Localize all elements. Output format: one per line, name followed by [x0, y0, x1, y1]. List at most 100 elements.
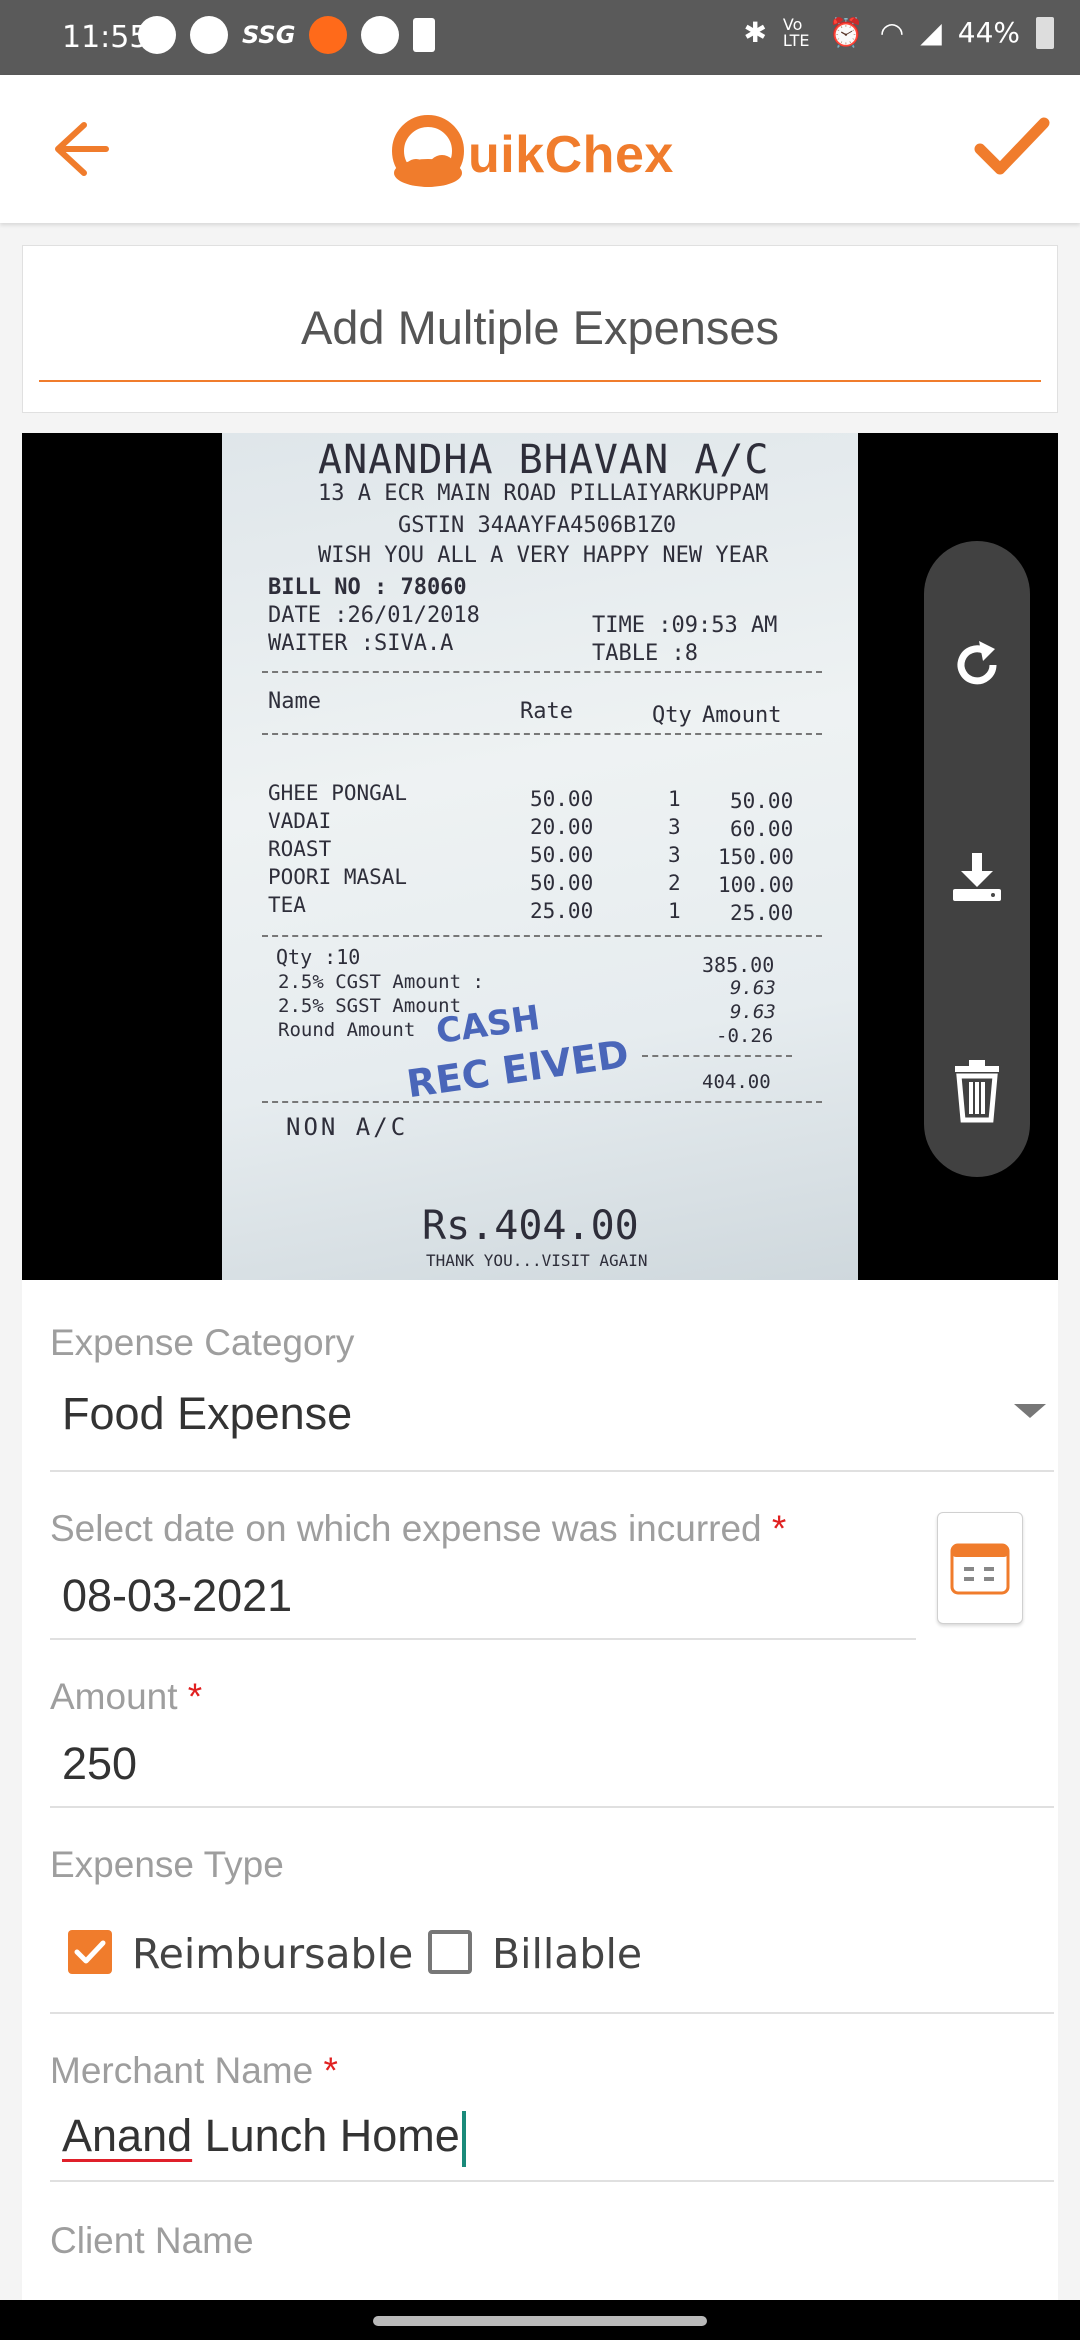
- alarm-icon: ⏰: [828, 16, 864, 49]
- bluetooth-icon: ✱: [743, 16, 767, 49]
- amount-value: 250: [62, 1738, 138, 1789]
- date-field[interactable]: 08-03-2021: [50, 1560, 916, 1636]
- receipt-rule: [262, 671, 822, 673]
- page-title: Add Multiple Expenses: [300, 301, 780, 354]
- expense-form: Expense Category Food Expense Select dat…: [22, 1280, 1058, 2300]
- amount-label-text: Amount: [50, 1676, 178, 1717]
- receipt-item-amount: 50.00: [730, 789, 794, 813]
- expense-category-select[interactable]: Food Expense: [50, 1370, 1054, 1450]
- required-mark: *: [771, 1508, 787, 1549]
- receipt-total: 404.00: [702, 1071, 771, 1093]
- battery-icon: [1036, 16, 1054, 49]
- rotate-button[interactable]: [947, 635, 1007, 695]
- gesture-nav-bar: [0, 2300, 1080, 2340]
- merchant-input[interactable]: Anand Lunch Home: [50, 2102, 1054, 2178]
- receipt-item-qty: 1: [668, 899, 681, 923]
- calendar-icon: [950, 1543, 1010, 1595]
- receipt-table: TABLE :8: [592, 641, 698, 666]
- expense-category-value: Food Expense: [62, 1388, 353, 1439]
- merchant-value-rest: Lunch Home: [192, 2110, 460, 2161]
- receipt-item-rate: 50.00: [530, 871, 594, 895]
- receipt-round-label: Round Amount: [278, 1019, 416, 1041]
- amount-field[interactable]: 250: [50, 1728, 1054, 1804]
- required-mark: *: [323, 2050, 338, 2091]
- notification-icons: SSG: [138, 16, 436, 54]
- receipt-header-qty: Qty: [652, 703, 692, 728]
- divider: [50, 1638, 916, 1640]
- text-cursor: [461, 2111, 466, 2168]
- download-button[interactable]: [947, 847, 1007, 907]
- misspelled-word: Anand: [62, 2110, 193, 2161]
- download-icon: [953, 853, 1001, 901]
- check-icon: [974, 117, 1050, 175]
- billable-checkbox[interactable]: [428, 1930, 472, 1974]
- receipt-cgst: 9.63: [730, 977, 776, 999]
- receipt-item-qty: 3: [668, 815, 681, 839]
- ssg-icon: SSG: [242, 21, 296, 49]
- receipt-item-rate: 25.00: [530, 899, 594, 923]
- receipt-item-qty: 3: [668, 843, 681, 867]
- receipt-item-name: GHEE PONGAL: [268, 781, 408, 805]
- logo-text: uikChex: [468, 126, 674, 184]
- receipt-item-amount: 25.00: [730, 901, 794, 925]
- date-label: Select date on which expense was incurre…: [50, 1508, 786, 1550]
- receipt-header-amount: Amount: [702, 703, 782, 728]
- logo-q-icon: [392, 115, 464, 187]
- expense-category-label: Expense Category: [50, 1322, 355, 1363]
- client-name-label: Client Name: [50, 2220, 254, 2261]
- receipt-item-rate: 50.00: [530, 843, 594, 867]
- calendar-button[interactable]: [937, 1512, 1023, 1624]
- receipt-time: TIME :09:53 AM: [592, 613, 778, 638]
- receipt-item-amount: 60.00: [730, 817, 794, 841]
- receipt-restaurant: ANANDHA BHAVAN A/C: [318, 437, 770, 483]
- app-icon: [190, 16, 228, 54]
- rotate-icon: [957, 641, 997, 685]
- reimbursable-label[interactable]: Reimbursable: [132, 1930, 413, 1978]
- home-gesture-handle[interactable]: [373, 2316, 707, 2326]
- signal-icon: ◢: [920, 16, 942, 49]
- receipt-greeting: WISH YOU ALL A VERY HAPPY NEW YEAR: [318, 543, 769, 568]
- receipt-image: ANANDHA BHAVAN A/C 13 A ECR MAIN ROAD PI…: [222, 433, 858, 1280]
- merchant-label-text: Merchant Name: [50, 2050, 314, 2091]
- whatsapp-icon: [138, 16, 176, 54]
- receipt-rule: [262, 935, 822, 937]
- receipt-item-name: POORI MASAL: [268, 865, 408, 889]
- status-bar: 11:55 SSG ✱ Vo LTE ⏰ ◠ ◢ 44%: [0, 0, 1080, 75]
- receipt-date: DATE :26/01/2018: [268, 603, 480, 628]
- receipt-bill-no: BILL NO : 78060: [268, 575, 467, 600]
- delete-button[interactable]: [947, 1060, 1007, 1123]
- phone-icon: [361, 16, 400, 54]
- quikchex-logo: uikChex: [388, 103, 674, 199]
- status-time: 11:55: [62, 20, 149, 55]
- receipt-round: -0.26: [716, 1025, 774, 1047]
- billable-label[interactable]: Billable: [492, 1930, 642, 1978]
- title-card: Add Multiple Expenses: [22, 245, 1058, 413]
- date-label-text: Select date on which expense was incurre…: [50, 1508, 762, 1549]
- mi-icon: [309, 16, 348, 54]
- receipt-grand-total: Rs.404.00: [422, 1203, 639, 1249]
- receipt-item-name: ROAST: [268, 837, 332, 861]
- wifi-icon: ◠: [879, 16, 905, 49]
- receipt-address: 13 A ECR MAIN ROAD PILLAIYARKUPPAM: [318, 481, 769, 506]
- receipt-sgst: 9.63: [730, 1001, 776, 1023]
- system-icons: ✱ Vo LTE ⏰ ◠ ◢ 44%: [743, 16, 1054, 49]
- receipt-item-qty: 1: [668, 787, 681, 811]
- receipt-item-qty: 2: [668, 871, 681, 895]
- receipt-gstin: GSTIN 34AAYFA4506B1Z0: [398, 513, 677, 538]
- back-button[interactable]: [40, 121, 110, 177]
- receipt-item-amount: 100.00: [718, 873, 794, 897]
- receipt-item-rate: 20.00: [530, 815, 594, 839]
- back-arrow-icon: [55, 122, 109, 176]
- image-actions-panel: [924, 541, 1030, 1177]
- save-check-button[interactable]: [974, 115, 1050, 181]
- chevron-down-icon: [1014, 1404, 1046, 1418]
- receipt-item-rate: 50.00: [530, 787, 594, 811]
- receipt-qty-total: Qty :10: [276, 945, 361, 969]
- receipt-item-name: VADAI: [268, 809, 332, 833]
- receipt-photo: ANANDHA BHAVAN A/C 13 A ECR MAIN ROAD PI…: [22, 433, 1058, 1280]
- battery-percent: 44%: [957, 16, 1020, 49]
- reimbursable-checkbox[interactable]: [68, 1930, 112, 1974]
- receipt-waiter: WAITER :SIVA.A: [268, 631, 454, 656]
- date-value: 08-03-2021: [62, 1570, 293, 1621]
- expense-type-label: Expense Type: [50, 1844, 284, 1885]
